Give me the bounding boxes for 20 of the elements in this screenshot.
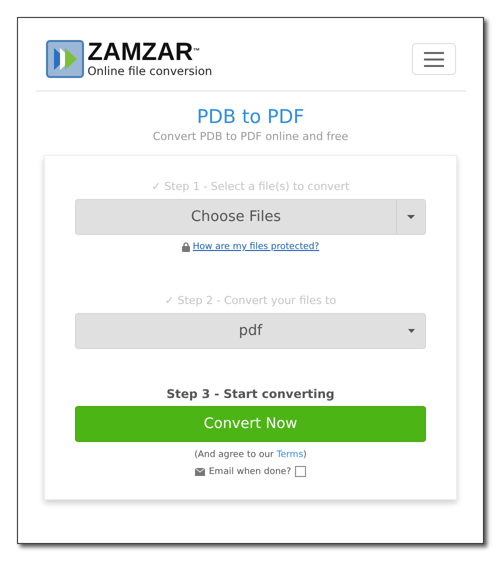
step-label: ✓ Step 1 - Select a file(s) to convert <box>152 180 350 193</box>
menu-button[interactable] <box>412 43 456 75</box>
step-label: Step 3 - Start converting <box>166 387 335 401</box>
terms-text: (And agree to our Terms) <box>194 450 307 460</box>
caret-icon <box>408 329 415 333</box>
logo-icon <box>46 40 84 78</box>
caret-icon <box>407 215 415 219</box>
page-title: PDB to PDF <box>196 106 304 128</box>
choose-files-button[interactable]: Choose Files <box>75 199 426 235</box>
step-label: ✓ Step 2 - Convert your files to <box>164 294 336 307</box>
menu-icon <box>424 52 444 66</box>
lock-icon <box>182 242 190 252</box>
terms-link[interactable]: Terms <box>276 450 304 460</box>
email-label: Email when done? <box>208 466 292 476</box>
email-checkbox[interactable] <box>295 466 306 477</box>
format-select[interactable]: pdf <box>75 313 426 349</box>
page-subtitle: Convert PDB to PDF online and free <box>152 130 348 143</box>
envelope-icon <box>194 468 205 476</box>
logo-tagline: Online file conversion <box>88 64 212 78</box>
protection-link[interactable]: How are my files protected? <box>192 242 320 252</box>
